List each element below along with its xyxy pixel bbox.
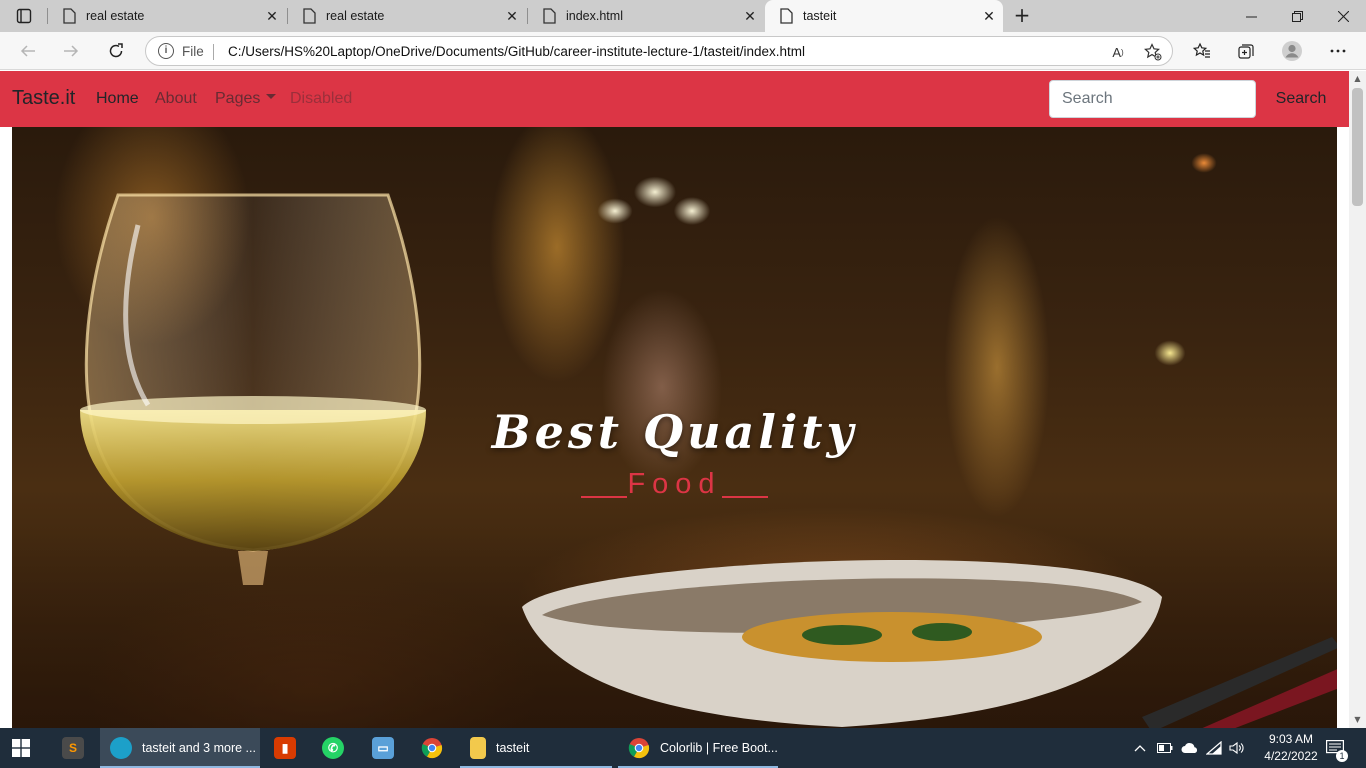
browser-tab[interactable]: real estate ✕ (48, 0, 286, 32)
site-search-input[interactable] (1049, 80, 1256, 118)
site-brand[interactable]: Taste.it (12, 87, 75, 110)
hero-banner: Best Quality Food (12, 127, 1337, 728)
new-tab-icon[interactable]: + (1010, 4, 1034, 28)
close-icon[interactable]: ✕ (504, 8, 520, 24)
tab-actions-button[interactable] (6, 4, 42, 28)
page-icon (63, 8, 76, 24)
address-divider (213, 44, 214, 60)
whatsapp-icon[interactable]: ✆ (322, 728, 344, 768)
chevron-up-icon[interactable] (1130, 728, 1150, 768)
hero-rule-left (581, 496, 628, 498)
nav-link-disabled: Disabled (290, 90, 353, 107)
minimize-icon[interactable] (1228, 0, 1274, 32)
nav-dropdown-pages-label: Pages (215, 90, 261, 107)
page-icon (543, 8, 556, 24)
browser-tab[interactable]: real estate ✕ (288, 0, 526, 32)
tab-actions-icon (16, 8, 32, 24)
site-navbar: Taste.it Home About Pages Disabled Searc… (0, 71, 1349, 127)
page-scrollbar[interactable]: ▲ ▼ (1349, 71, 1366, 728)
wine-glass-image (80, 193, 426, 585)
hero-subline-text: Food (627, 468, 722, 500)
nav-dropdown-pages[interactable]: Pages (215, 90, 277, 108)
browser-tab-label: real estate (326, 9, 385, 23)
favorite-add-icon[interactable] (1143, 42, 1163, 62)
hero-headline: Best Quality (491, 405, 858, 459)
taskbar-app-chrome[interactable]: Colorlib | Free Boot... (618, 728, 778, 768)
forward-icon[interactable] (57, 37, 85, 65)
windows-logo-icon (12, 739, 30, 757)
scroll-down-icon[interactable]: ▼ (1353, 715, 1362, 724)
back-icon[interactable] (14, 37, 42, 65)
scroll-up-icon[interactable]: ▲ (1353, 74, 1362, 83)
notification-count-badge: 1 (1336, 750, 1348, 762)
page-icon (303, 8, 316, 24)
clock-time: 9:03 AM (1268, 732, 1314, 746)
address-scheme: File (182, 44, 204, 59)
browser-tab-label: real estate (86, 9, 145, 23)
browser-toolbar: i File C:/Users/HS%20Laptop/OneDrive/Doc… (0, 32, 1366, 70)
cutlery-image (1142, 637, 1337, 728)
taskbar-app-label: tasteit and 3 more ... (142, 741, 256, 755)
sublime-text-icon[interactable]: S (62, 728, 84, 768)
browser-tab-label: index.html (566, 9, 623, 23)
scrollbar-thumb[interactable] (1352, 88, 1363, 206)
profile-avatar-icon[interactable] (1278, 37, 1306, 65)
restore-icon[interactable] (1274, 0, 1320, 32)
taskbar-app-label: tasteit (496, 741, 530, 755)
address-bar[interactable]: i File C:/Users/HS%20Laptop/OneDrive/Doc… (145, 36, 1173, 66)
taskbar-clock[interactable]: 9:03 AM 4/22/2022 (1254, 731, 1328, 765)
nav-link-about[interactable]: About (155, 90, 197, 108)
office-icon[interactable]: ▮ (274, 728, 296, 768)
page-viewport: Taste.it Home About Pages Disabled Searc… (0, 71, 1349, 728)
collections-icon[interactable] (1232, 37, 1260, 65)
browser-tab-active[interactable]: tasteit ✕ (765, 0, 1003, 32)
close-icon[interactable]: ✕ (742, 8, 758, 24)
notifications-icon[interactable]: 1 (1322, 728, 1348, 768)
refresh-icon[interactable] (102, 37, 130, 65)
chrome-icon (628, 738, 650, 759)
window-close-icon[interactable] (1320, 0, 1366, 32)
browser-tab-label: tasteit (803, 9, 837, 23)
battery-icon[interactable] (1155, 728, 1175, 768)
browser-tab-strip: real estate ✕ real estate ✕ index.html ✕… (0, 0, 1366, 32)
wifi-icon[interactable] (1204, 728, 1224, 768)
this-pc-icon[interactable]: ▭ (372, 728, 394, 768)
taskbar-app-edge[interactable]: tasteit and 3 more ... (100, 728, 260, 768)
chrome-icon[interactable] (421, 728, 443, 768)
page-icon (780, 8, 793, 24)
onedrive-cloud-icon[interactable] (1179, 728, 1201, 768)
nav-link-home[interactable]: Home (96, 90, 139, 108)
start-button[interactable] (12, 728, 38, 768)
clock-date: 4/22/2022 (1264, 749, 1318, 763)
browser-tab[interactable]: index.html ✕ (528, 0, 764, 32)
food-bowl-image (522, 559, 1162, 727)
read-aloud-icon[interactable]: A) (1108, 42, 1128, 62)
folder-icon (470, 737, 486, 759)
favorites-icon[interactable] (1188, 37, 1216, 65)
more-options-icon[interactable] (1324, 37, 1352, 65)
volume-icon[interactable] (1226, 728, 1248, 768)
info-icon[interactable]: i (158, 43, 174, 59)
hero-rule-right (721, 496, 768, 498)
windows-taskbar: S tasteit and 3 more ... ▮ ✆ ▭ tasteit C… (0, 728, 1366, 768)
address-url[interactable]: C:/Users/HS%20Laptop/OneDrive/Documents/… (228, 44, 805, 59)
caret-down-icon (266, 94, 277, 100)
taskbar-app-explorer[interactable]: tasteit (460, 728, 612, 768)
hero-subline: Food (12, 468, 1337, 501)
edge-icon (110, 737, 132, 759)
site-search-button[interactable]: Search (1265, 80, 1337, 118)
taskbar-app-label: Colorlib | Free Boot... (660, 741, 778, 755)
close-icon[interactable]: ✕ (981, 8, 997, 24)
close-icon[interactable]: ✕ (264, 8, 280, 24)
